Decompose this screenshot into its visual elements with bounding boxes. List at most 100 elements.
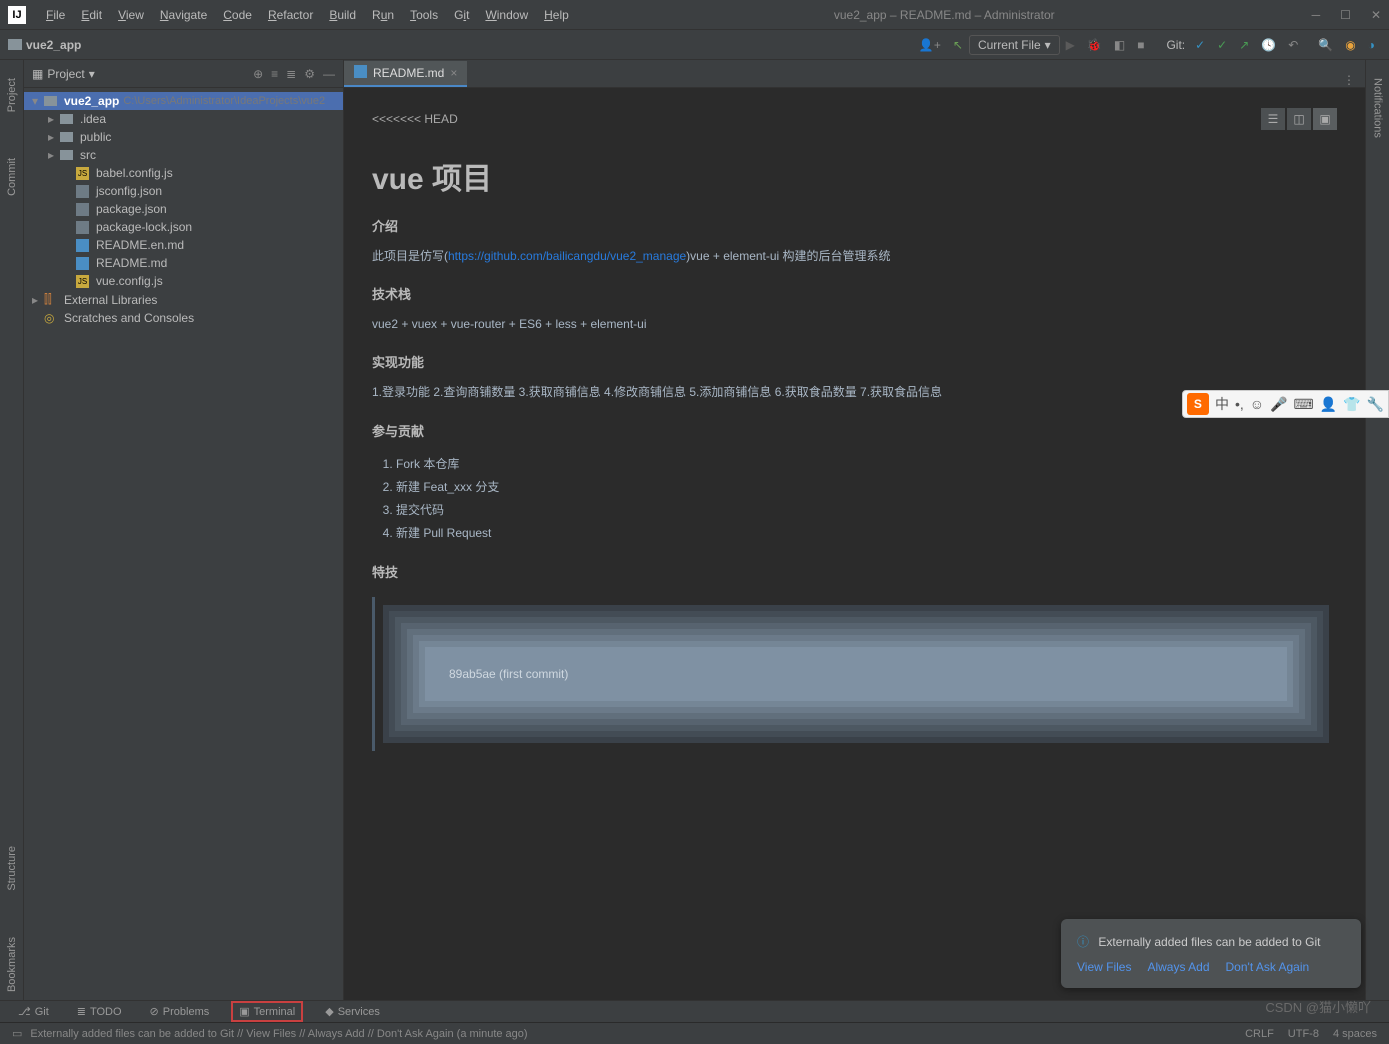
tree-file[interactable]: package-lock.json [24,218,343,236]
ime-toolbar: S 中 •, ☺ 🎤 ⌨ 👤 👕 🔧 [1182,390,1389,418]
section-contrib-title: 参与贡献 [372,421,1337,440]
rail-commit[interactable]: Commit [6,150,18,204]
tab-options-icon[interactable]: ⋮ [1333,73,1365,87]
tool-problems[interactable]: ⊘Problems [144,1003,216,1020]
status-indent[interactable]: 4 spaces [1333,1028,1377,1040]
status-line-ending[interactable]: CRLF [1245,1028,1274,1040]
menu-file[interactable]: File [38,8,73,22]
menu-git[interactable]: Git [446,8,477,22]
view-preview-icon[interactable]: ▣ [1313,108,1337,130]
tree-file[interactable]: JSvue.config.js [24,272,343,290]
tree-file[interactable]: JSbabel.config.js [24,164,343,182]
tree-file[interactable]: jsconfig.json [24,182,343,200]
ime-tool-icon[interactable]: 🔧 [1367,396,1384,413]
menu-code[interactable]: Code [215,8,260,22]
intro-link[interactable]: https://github.com/bailicangdu/vue2_mana… [448,249,686,263]
ime-logo-icon[interactable]: S [1187,393,1209,415]
ime-emoji-icon[interactable]: ☺ [1250,396,1264,412]
branch-icon: ⎇ [18,1005,31,1018]
git-update-icon[interactable]: ✓ [1189,36,1211,54]
status-icon[interactable]: ▭ [12,1027,22,1040]
status-encoding[interactable]: UTF-8 [1288,1028,1319,1040]
stop-icon[interactable]: ■ [1131,36,1150,54]
info-icon: ⓘ [1077,935,1089,949]
tree-root-path: C:\Users\Administrator\IdeaProjects\vue2 [123,95,325,107]
ime-lang[interactable]: 中 [1215,394,1229,414]
view-editor-icon[interactable]: ☰ [1261,108,1285,130]
tree-scratches[interactable]: ◎Scratches and Consoles [24,309,343,327]
commit-visual: 89ab5ae (first commit) [372,597,1337,751]
debug-icon[interactable]: 🐞 [1081,36,1108,54]
run-icon[interactable]: ▶ [1060,36,1081,54]
view-split-icon[interactable]: ◫ [1287,108,1311,130]
git-history-icon[interactable]: 🕓 [1255,36,1282,54]
expand-icon[interactable]: ≡ [271,67,278,81]
locate-icon[interactable]: ⊕ [253,67,263,81]
tree-root[interactable]: ▾ vue2_app C:\Users\Administrator\IdeaPr… [24,92,343,110]
collapse-icon[interactable]: ≣ [286,67,296,81]
run-config-selector[interactable]: Current File ▾ [969,35,1060,55]
back-icon[interactable]: ↖ [947,36,969,54]
breadcrumb-root: vue2_app [26,38,81,52]
add-user-icon[interactable]: 👤+ [913,36,947,54]
ime-mic-icon[interactable]: 🎤 [1270,396,1287,413]
tree-file[interactable]: README.md [24,254,343,272]
ime-punct[interactable]: •, [1235,396,1244,412]
git-rollback-icon[interactable]: ↶ [1282,36,1304,54]
section-features-title: 实现功能 [372,352,1337,371]
minimize-icon[interactable]: ─ [1312,8,1321,22]
tree-external-libs[interactable]: ▸⫿⫿External Libraries [24,290,343,309]
hide-icon[interactable]: — [323,67,335,81]
editor-content[interactable]: ☰ ◫ ▣ <<<<<<< HEAD vue 项目 介绍 此项目是仿写(http… [344,88,1365,1000]
tree-folder[interactable]: ▸.idea [24,110,343,128]
ime-skin-icon[interactable]: 👕 [1343,396,1360,413]
menu-build[interactable]: Build [321,8,364,22]
close-icon[interactable]: ✕ [1371,8,1381,22]
notification-action-dont-ask[interactable]: Don't Ask Again [1226,960,1310,974]
git-push-icon[interactable]: ↗ [1233,36,1255,54]
ime-user-icon[interactable]: 👤 [1320,396,1337,413]
search-icon[interactable]: 🔍 [1312,36,1339,54]
maximize-icon[interactable]: ☐ [1340,8,1351,22]
rail-project[interactable]: Project [6,70,18,120]
project-tree: ▾ vue2_app C:\Users\Administrator\IdeaPr… [24,88,343,331]
rail-bookmarks[interactable]: Bookmarks [6,929,18,1000]
git-commit-icon[interactable]: ✓ [1211,36,1233,54]
notification-action-always[interactable]: Always Add [1147,960,1209,974]
menu-navigate[interactable]: Navigate [152,8,215,22]
tool-git[interactable]: ⎇Git [12,1003,55,1020]
list-item: 新建 Feat_xxx 分支 [396,475,1337,498]
menu-edit[interactable]: Edit [73,8,110,22]
tree-file[interactable]: README.en.md [24,236,343,254]
ime-keyboard-icon[interactable]: ⌨ [1293,396,1313,413]
todo-icon: ≣ [77,1005,86,1018]
tool-terminal[interactable]: ▣Terminal [231,1001,303,1022]
ide-updates-icon[interactable]: ◑ [1362,36,1381,54]
menu-tools[interactable]: Tools [402,8,446,22]
tree-file[interactable]: package.json [24,200,343,218]
tool-todo[interactable]: ≣TODO [71,1003,128,1020]
ide-settings-icon[interactable]: ◉ [1339,36,1361,54]
tree-folder[interactable]: ▸src [24,146,343,164]
notification-action-view[interactable]: View Files [1077,960,1131,974]
gear-icon[interactable]: ⚙ [304,67,315,81]
app-logo: IJ [8,6,26,24]
editor-tab[interactable]: README.md × [344,61,467,87]
tab-close-icon[interactable]: × [450,66,457,80]
menu-run[interactable]: Run [364,8,402,22]
menu-view[interactable]: View [110,8,152,22]
chevron-down-icon[interactable]: ▾ [89,67,95,81]
coverage-icon[interactable]: ◧ [1108,36,1131,54]
tool-services[interactable]: ◆Services [319,1003,386,1020]
editor-area: README.md × ⋮ ☰ ◫ ▣ <<<<<<< HEAD vue 项目 … [344,60,1365,1000]
menu-help[interactable]: Help [536,8,577,22]
breadcrumb[interactable]: vue2_app [8,38,81,52]
rail-notifications[interactable]: Notifications [1372,70,1384,146]
git-label: Git: [1166,38,1185,52]
services-icon: ◆ [325,1005,333,1018]
menu-refactor[interactable]: Refactor [260,8,321,22]
project-view-icon: ▦ [32,67,43,81]
menu-window[interactable]: Window [477,8,536,22]
rail-structure[interactable]: Structure [6,838,18,899]
tree-folder[interactable]: ▸public [24,128,343,146]
